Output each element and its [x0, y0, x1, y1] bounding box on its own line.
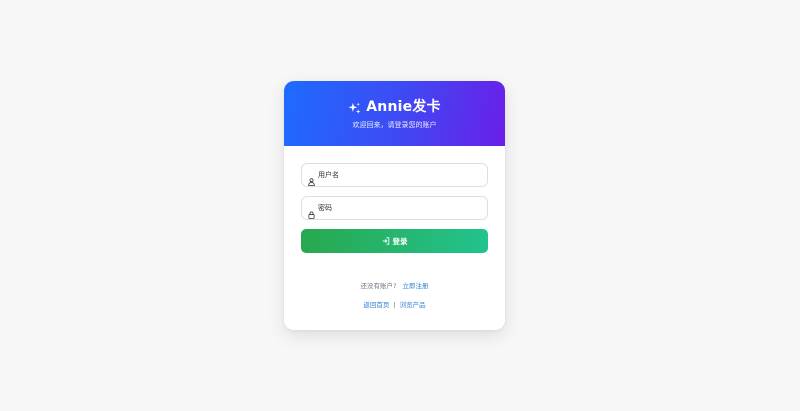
brand-title: Annie发卡	[366, 99, 441, 115]
nav-links-row: 返回首页 | 浏览产品	[301, 299, 488, 309]
browse-products-link[interactable]: 浏览产品	[400, 301, 426, 309]
register-row: 还没有账户? 立即注册	[301, 280, 488, 290]
home-link[interactable]: 返回首页	[363, 301, 389, 309]
register-link[interactable]: 立即注册	[402, 282, 428, 290]
login-card: Annie发卡 欢迎回来，请登录您的账户 用户名 登录 还没有账户? 立即注册 …	[284, 81, 505, 330]
login-form: 登录 还没有账户? 立即注册 返回首页 | 浏览产品	[284, 146, 505, 309]
login-button-label: 登录	[392, 236, 408, 246]
card-header: Annie发卡 欢迎回来，请登录您的账户	[284, 81, 505, 146]
sign-in-icon	[382, 237, 390, 245]
lock-icon	[308, 204, 315, 219]
register-prompt: 还没有账户?	[360, 282, 397, 290]
sparkles-icon	[348, 100, 361, 114]
page: Annie发卡 欢迎回来，请登录您的账户 用户名 登录 还没有账户? 立即注册 …	[0, 0, 800, 411]
user-icon	[308, 171, 315, 186]
username-input[interactable]	[318, 171, 468, 179]
login-button[interactable]: 登录	[301, 229, 488, 253]
password-field[interactable]	[301, 196, 488, 220]
welcome-subtitle: 欢迎回来，请登录您的账户	[352, 121, 437, 129]
link-separator: |	[393, 301, 396, 309]
password-input[interactable]	[318, 204, 468, 212]
title-row: Annie发卡	[284, 96, 505, 116]
username-field[interactable]	[301, 163, 488, 187]
